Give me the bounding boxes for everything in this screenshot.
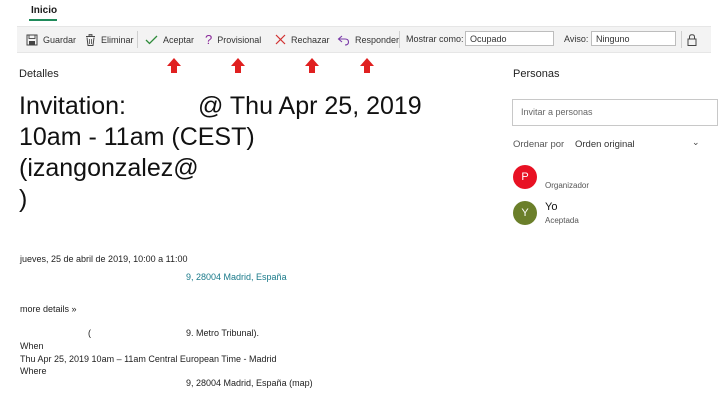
subject-part: ) — [19, 185, 28, 213]
reminder-label: Aviso: — [564, 34, 589, 44]
sort-select[interactable]: Orden original — [575, 139, 635, 150]
toolbar-divider — [399, 31, 400, 48]
body-text: Thu Apr 25, 2019 10am – 11am Central Eur… — [20, 354, 277, 364]
toolbar-divider — [681, 31, 682, 48]
trash-icon — [86, 33, 95, 46]
event-location-link[interactable]: 9, 28004 Madrid, España — [186, 272, 287, 282]
tentative-button[interactable]: ? Provisional — [205, 27, 261, 52]
details-heading: Detalles — [19, 68, 59, 80]
event-subject: Invitation: @ Thu Apr 25, 2019 10am - 11a… — [19, 91, 489, 215]
attendee-role: Organizador — [545, 181, 590, 190]
lock-icon — [687, 33, 697, 46]
more-details-link[interactable]: more details » — [20, 304, 77, 314]
arrow-up-icon — [167, 58, 181, 73]
save-icon — [26, 34, 38, 45]
arrow-up-icon — [231, 58, 245, 73]
reply-label: Responder — [355, 34, 400, 45]
avatar: P — [513, 165, 537, 189]
decline-label: Rechazar — [291, 34, 330, 45]
accept-button[interactable]: Aceptar — [145, 27, 194, 52]
checkmark-icon — [145, 35, 158, 44]
delete-label: Eliminar — [101, 34, 134, 45]
reply-button[interactable]: Responder — [337, 27, 399, 52]
toolbar: Guardar Eliminar Aceptar ? Provisional R… — [17, 26, 711, 53]
save-button[interactable]: Guardar — [26, 27, 76, 52]
tentative-label: Provisional — [217, 34, 262, 45]
tab-inicio[interactable]: Inicio — [31, 5, 57, 16]
body-label: When — [20, 341, 44, 351]
body-text: 9. Metro Tribunal). — [186, 328, 260, 338]
private-button[interactable] — [687, 27, 697, 52]
show-as-select[interactable]: Ocupado — [465, 31, 554, 46]
delete-button[interactable]: Eliminar — [85, 27, 134, 52]
save-label: Guardar — [43, 34, 77, 45]
subject-part: Invitation: — [19, 92, 127, 120]
question-mark-icon: ? — [205, 31, 213, 47]
arrow-up-icon — [305, 58, 319, 73]
subject-part: 10am - 11am (CEST) — [19, 123, 255, 151]
toolbar-divider — [137, 31, 138, 48]
decline-button[interactable]: Rechazar — [275, 27, 330, 52]
sort-label: Ordenar por — [513, 139, 565, 150]
subject-part: (izangonzalez@ — [19, 154, 199, 182]
attendee-name: Yo — [545, 201, 558, 213]
close-icon — [275, 34, 286, 45]
body-text: ( — [88, 328, 91, 338]
body-text: 9, 28004 Madrid, España (map) — [186, 378, 313, 388]
people-heading: Personas — [513, 68, 560, 80]
avatar: Y — [513, 201, 537, 225]
tab-active-indicator — [29, 19, 57, 21]
arrow-up-icon — [360, 58, 374, 73]
reminder-select[interactable]: Ninguno — [591, 31, 676, 46]
chevron-down-icon[interactable]: ⌄ — [692, 137, 700, 148]
invite-people-input[interactable]: Invitar a personas — [512, 99, 718, 126]
subject-part: @ Thu Apr 25, 2019 — [198, 92, 422, 120]
body-label: Where — [20, 366, 47, 376]
reply-icon — [337, 35, 350, 46]
tab-bar: Inicio — [0, 0, 720, 24]
event-datetime: jueves, 25 de abril de 2019, 10:00 a 11:… — [20, 254, 188, 264]
attendee-role: Aceptada — [545, 216, 579, 225]
accept-label: Aceptar — [163, 34, 195, 45]
show-as-label: Mostrar como: — [406, 34, 464, 44]
